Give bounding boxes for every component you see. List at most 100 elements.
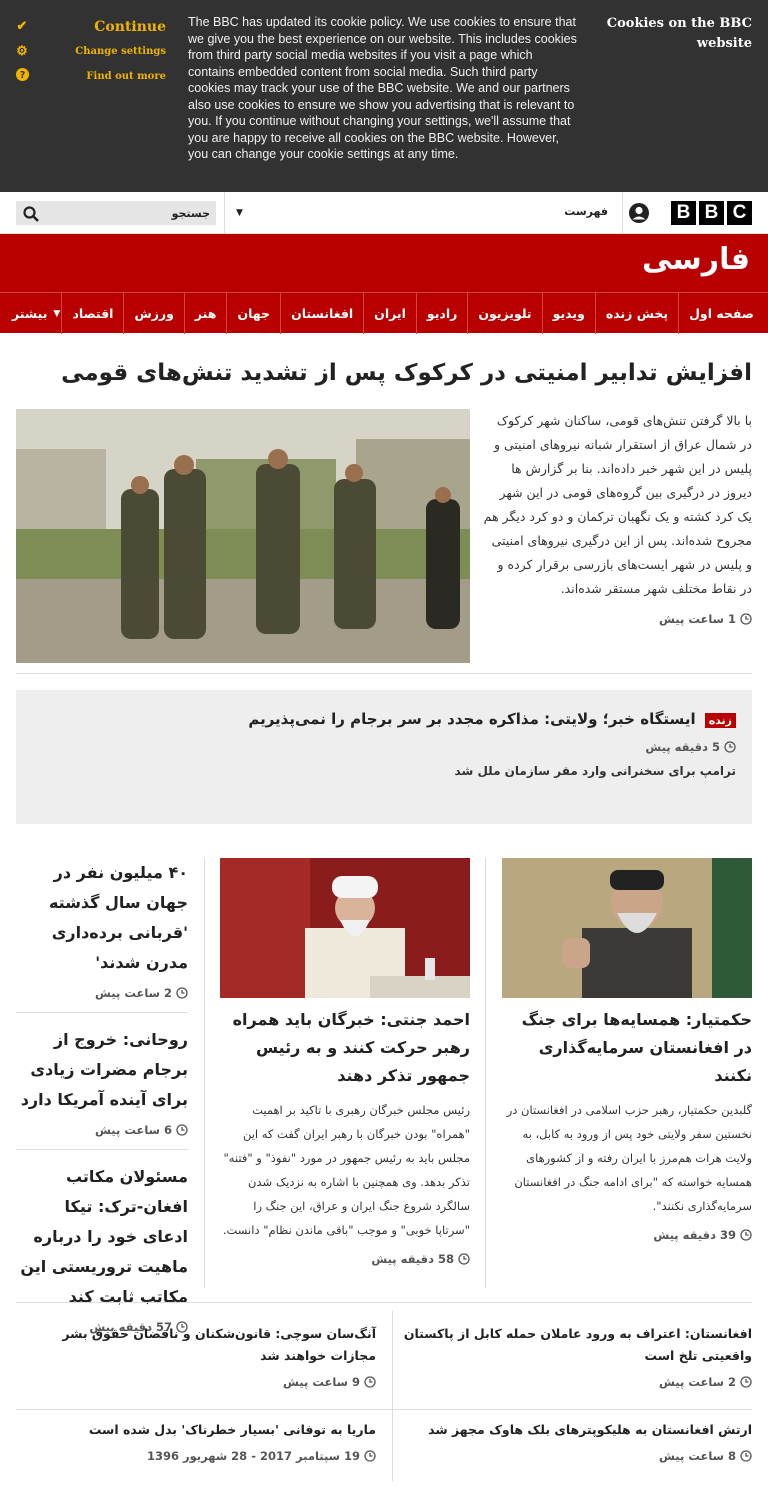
- timestamp: 8 ساعت پیش: [392, 1449, 752, 1463]
- bottom-story-title[interactable]: افغانستان: اعتراف به ورود عاملان حمله کا…: [392, 1323, 752, 1367]
- story-time: 39 دقیقه پیش: [653, 1228, 736, 1242]
- timestamp: 9 ساعت پیش: [16, 1375, 376, 1389]
- left-story-list: ۴۰ میلیون نفر در جهان سال گذشته 'قربانی …: [16, 858, 188, 1358]
- bottom-story: ارتش افغانستان به هلیکوپترهای بلک هاوک م…: [392, 1399, 752, 1463]
- nav-item-economy[interactable]: اقتصاد: [61, 292, 123, 334]
- live-box[interactable]: زنده ایستگاه خبر؛ ولایتی: مذاکره مجدد بر…: [16, 690, 752, 824]
- story-title[interactable]: مسئولان مکاتب افغان-ترک: تیکا ادعای خود …: [16, 1162, 188, 1312]
- menu-button[interactable]: فهرست: [564, 205, 608, 218]
- brand-bar: فارسی: [0, 234, 768, 292]
- story-title[interactable]: احمد جنتی: خبرگان باید همراه رهبر حرکت ک…: [220, 1006, 470, 1090]
- timestamp: 39 دقیقه پیش: [502, 1228, 752, 1242]
- cookie-title: Cookies on the BBC website: [606, 16, 752, 51]
- cookie-text: The BBC has updated its cookie policy. W…: [188, 15, 577, 161]
- bottom-story-title[interactable]: ماریا به توفانی 'بسیار خطرناک' بدل شده ا…: [16, 1419, 376, 1441]
- chevron-down-icon[interactable]: ▼: [236, 208, 243, 218]
- nav-item-world[interactable]: جهان: [226, 292, 280, 334]
- bottom-story-title[interactable]: ارتش افغانستان به هلیکوپترهای بلک هاوک م…: [392, 1419, 752, 1441]
- nav-item-sport[interactable]: ورزش: [123, 292, 183, 334]
- lead-headline[interactable]: افزایش تدابیر امنیتی در کرکوک پس از تشدی…: [16, 357, 752, 389]
- story-time: 6 ساعت پیش: [95, 1123, 172, 1137]
- story-time: 58 دقیقه پیش: [371, 1252, 454, 1266]
- timestamp: 19 سپتامبر 2017 - 28 شهریور 1396: [16, 1449, 376, 1463]
- find-out-more-link[interactable]: ? Find out more: [14, 64, 166, 89]
- change-settings-label: Change settings: [75, 46, 166, 57]
- continue-label: Continue: [94, 18, 166, 35]
- top-bar: ▼ فهرست B B C: [0, 192, 768, 234]
- bottom-story-title[interactable]: آنگ‌سان سوچی: قانون‌شکنان و ناقضان حقوق …: [16, 1323, 376, 1367]
- live-badge: زنده: [704, 713, 736, 728]
- caret-down-icon: ▼: [53, 308, 61, 319]
- story-title[interactable]: روحانی: خروج از برجام مضرات زیادی برای آ…: [16, 1025, 188, 1115]
- clock-icon: [458, 1253, 470, 1265]
- lead-image[interactable]: [16, 409, 470, 663]
- nav-item-iran[interactable]: ایران: [363, 292, 416, 334]
- story-time: 2 ساعت پیش: [95, 986, 172, 1000]
- question-icon: ?: [14, 68, 30, 85]
- change-settings-link[interactable]: ⚙ Change settings: [14, 39, 166, 64]
- gear-icon: ⚙: [16, 44, 28, 59]
- story-card: حکمتیار: همسایه‌ها برای جنگ در افغانستان…: [502, 858, 752, 1242]
- clock-icon: [740, 1450, 752, 1462]
- nav-item-radio[interactable]: رادیو: [415, 292, 467, 334]
- bottom-story-time: 19 سپتامبر 2017 - 28 شهریور 1396: [146, 1449, 360, 1463]
- story-image[interactable]: [502, 858, 752, 998]
- clock-icon: [176, 987, 188, 999]
- divider: [622, 192, 623, 234]
- lead-summary: با بالا گرفتن تنش‌های قومی، ساکنان شهر ک…: [482, 409, 752, 631]
- bottom-story-time: 2 ساعت پیش: [659, 1375, 736, 1389]
- bottom-story: افغانستان: اعتراف به ورود عاملان حمله کا…: [392, 1303, 752, 1389]
- cookie-actions: ✔ Continue ⚙ Change settings ? Find out …: [14, 14, 166, 89]
- bottom-story-time: 9 ساعت پیش: [283, 1375, 360, 1389]
- story-title[interactable]: ۴۰ میلیون نفر در جهان سال گذشته 'قربانی …: [16, 858, 188, 978]
- lead-story: با بالا گرفتن تنش‌های قومی، ساکنان شهر ک…: [16, 409, 752, 669]
- nav-more-button[interactable]: ▼ بیشتر: [12, 293, 60, 334]
- main-content: افزایش تدابیر امنیتی در کرکوک پس از تشدی…: [0, 357, 768, 1492]
- search-icon[interactable]: [22, 205, 40, 223]
- divider: [16, 673, 752, 674]
- bottom-story: آنگ‌سان سوچی: قانون‌شکنان و ناقضان حقوق …: [16, 1303, 376, 1389]
- live-headline[interactable]: ایستگاه خبر؛ ولایتی: مذاکره مجدد بر سر ب…: [248, 710, 695, 728]
- bottom-story: ماریا به توفانی 'بسیار خطرناک' بدل شده ا…: [16, 1399, 376, 1463]
- timestamp: 1 ساعت پیش: [482, 607, 752, 631]
- nav-item-live[interactable]: پخش زنده: [594, 292, 678, 334]
- timestamp: 2 ساعت پیش: [392, 1375, 752, 1389]
- divider: [204, 858, 205, 1288]
- story-summary: رئیس مجلس خبرگان رهبری با تاکید بر اهمیت…: [222, 1103, 470, 1237]
- story-image[interactable]: [220, 858, 470, 998]
- clock-icon: [724, 741, 736, 753]
- story-grid: حکمتیار: همسایه‌ها برای جنگ در افغانستان…: [16, 858, 752, 1334]
- timestamp: 58 دقیقه پیش: [220, 1252, 470, 1266]
- bottom-stories: افغانستان: اعتراف به ورود عاملان حمله کا…: [16, 1302, 752, 1492]
- logo-letter: B: [699, 201, 724, 225]
- timestamp: 5 دقیقه پیش: [32, 740, 736, 754]
- brand-title[interactable]: فارسی: [642, 242, 750, 277]
- nav-item-arts[interactable]: هنر: [183, 292, 227, 334]
- svg-text:?: ?: [19, 70, 24, 81]
- divider: [392, 1311, 393, 1481]
- cookie-banner: Cookies on the BBC website The BBC has u…: [0, 0, 768, 192]
- logo-letter: C: [727, 201, 752, 225]
- nav-more-label: بیشتر: [12, 306, 48, 321]
- divider: [485, 858, 486, 1288]
- bbc-logo[interactable]: B B C: [671, 201, 752, 225]
- search-input[interactable]: [46, 201, 210, 225]
- nav-item-tv[interactable]: تلویزیون: [467, 292, 541, 334]
- live-sub[interactable]: ترامپ برای سخنرانی وارد مقر سازمان ملل ش…: [32, 764, 736, 778]
- nav-item-video[interactable]: ویدیو: [541, 292, 595, 334]
- lead-time: 1 ساعت پیش: [659, 612, 736, 626]
- clock-icon: [176, 1124, 188, 1136]
- story-card: ۴۰ میلیون نفر در جهان سال گذشته 'قربانی …: [16, 858, 188, 1013]
- story-title[interactable]: حکمتیار: همسایه‌ها برای جنگ در افغانستان…: [502, 1006, 752, 1090]
- clock-icon: [740, 1376, 752, 1388]
- bottom-story-time: 8 ساعت پیش: [659, 1449, 736, 1463]
- search-box: [16, 201, 216, 225]
- clock-icon: [740, 613, 752, 625]
- user-icon[interactable]: [628, 202, 650, 224]
- timestamp: 2 ساعت پیش: [16, 986, 188, 1000]
- main-nav: صفحه اول پخش زنده ویدیو تلویزیون رادیو ا…: [0, 292, 768, 334]
- continue-button[interactable]: ✔ Continue: [14, 14, 166, 39]
- nav-item-afghanistan[interactable]: افغانستان: [280, 292, 363, 334]
- nav-item-home[interactable]: صفحه اول: [678, 292, 764, 334]
- timestamp: 6 ساعت پیش: [16, 1123, 188, 1137]
